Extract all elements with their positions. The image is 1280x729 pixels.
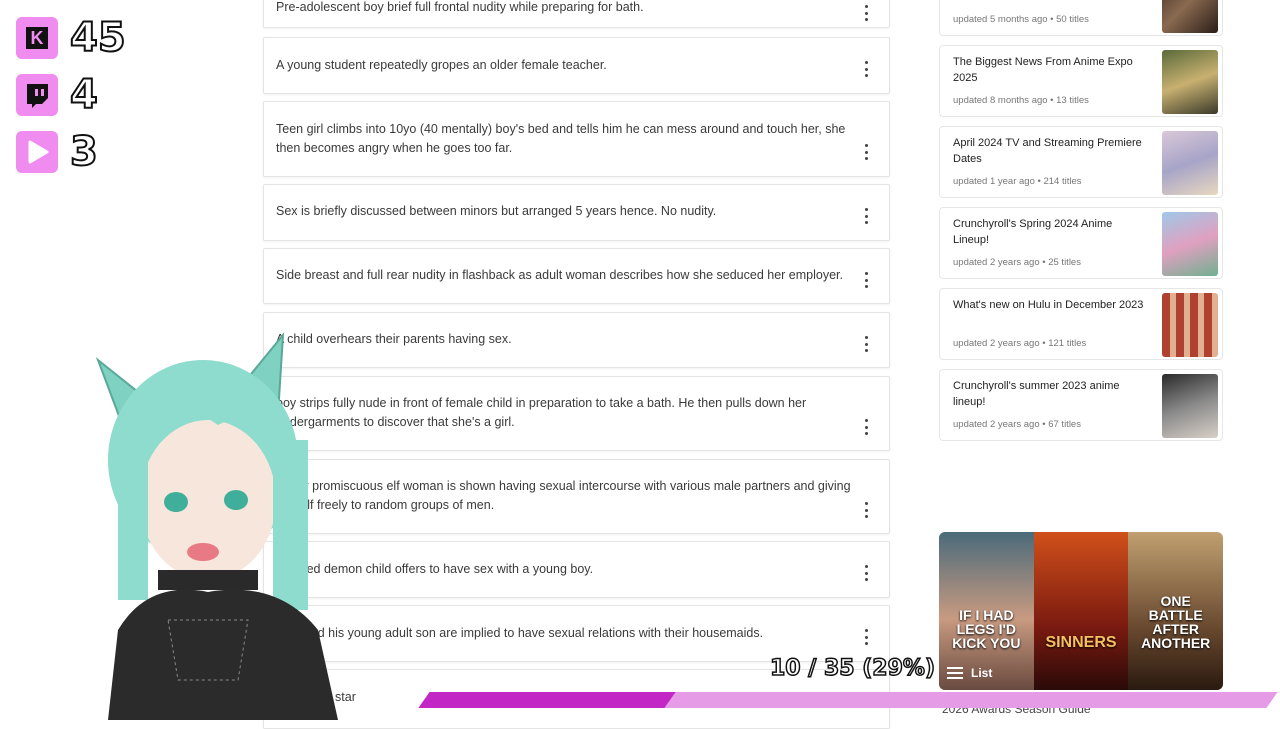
kick-icon: K [16, 17, 58, 59]
related-list-card[interactable]: Crunchyroll's Spring 2024 Anime Lineup! … [939, 207, 1223, 279]
warning-text: A young student repeatedly gropes an old… [276, 58, 607, 72]
more-options-icon[interactable] [865, 419, 869, 435]
poster-title: IF I HAD LEGS I'D KICK YOU [952, 607, 1021, 651]
related-list-title: Crunchyroll's Spring 2024 Anime Lineup! [953, 218, 1113, 246]
progress-label: 10 / 35 (29%) [769, 655, 936, 682]
kick-count: 45 [69, 15, 127, 61]
list-label: List [971, 666, 993, 680]
related-list-card[interactable]: Crunchyroll's summer 2023 anime lineup! … [939, 369, 1223, 441]
related-list-title: April 2024 TV and Streaming Premiere Dat… [953, 137, 1142, 165]
more-options-icon[interactable] [865, 208, 869, 224]
related-list-card[interactable]: April 2024 TV and Streaming Premiere Dat… [939, 126, 1223, 198]
more-options-icon[interactable] [865, 5, 869, 21]
poster-title: SINNERS [1045, 634, 1117, 651]
progress-bar [418, 692, 1278, 708]
related-list-title: What's new on Hulu in December 2023 [953, 299, 1144, 311]
list-icon [947, 667, 963, 679]
list-button[interactable]: List [947, 666, 992, 680]
more-options-icon[interactable] [865, 272, 869, 288]
list-item: Pre-adolescent boy brief full frontal nu… [263, 0, 890, 28]
warning-text: boy strips fully nude in front of female… [276, 396, 807, 429]
warning-text: Sex is briefly discussed between minors … [276, 204, 717, 218]
awards-banner[interactable]: IF I HAD LEGS I'D KICK YOU SINNERS ONE B… [939, 532, 1223, 690]
related-list-meta: updated 5 months ago • 50 titles [953, 14, 1089, 25]
warning-text: A child overhears their parents having s… [276, 332, 512, 346]
list-thumbnail [1162, 293, 1218, 357]
poster: ONE BATTLE AFTER ANOTHER [1128, 532, 1223, 690]
list-item: Side breast and full rear nudity in flas… [263, 248, 890, 304]
vtuber-avatar [95, 331, 338, 720]
poster: SINNERS [1033, 532, 1129, 690]
rumble-count: 3 [69, 129, 99, 175]
list-thumbnail [1162, 212, 1218, 276]
twitch-icon [16, 74, 58, 116]
related-list-meta: updated 1 year ago • 214 titles [953, 176, 1082, 187]
related-list-card[interactable]: updated 5 months ago • 50 titles [939, 0, 1223, 36]
twitch-count: 4 [69, 72, 99, 118]
more-options-icon[interactable] [865, 336, 869, 352]
list-item: Sex is briefly discussed between minors … [263, 184, 890, 241]
list-thumbnail [1162, 374, 1218, 438]
related-list-meta: updated 2 years ago • 67 titles [953, 419, 1081, 430]
warning-text: highly promiscuous elf woman is shown ha… [276, 479, 851, 512]
related-list-meta: updated 2 years ago • 25 titles [953, 257, 1081, 268]
warning-text: Side breast and full rear nudity in flas… [276, 268, 843, 282]
warning-text: Teen girl climbs into 10yo (40 mentally)… [276, 122, 846, 155]
rumble-icon [16, 131, 58, 173]
warning-text: man and his young adult son are implied … [276, 626, 764, 640]
twitch-counter: 4 [16, 73, 146, 117]
related-list-title: Crunchyroll's summer 2023 anime lineup! [953, 380, 1120, 408]
warning-text: Pre-adolescent boy brief full frontal nu… [276, 0, 644, 14]
more-options-icon[interactable] [865, 502, 869, 518]
list-thumbnail [1162, 131, 1218, 195]
more-options-icon[interactable] [865, 629, 869, 645]
more-options-icon[interactable] [865, 565, 869, 581]
related-list-card[interactable]: What's new on Hulu in December 2023 upda… [939, 288, 1223, 360]
list-thumbnail [1162, 50, 1218, 114]
kick-counter: K 45 [16, 16, 146, 60]
more-options-icon[interactable] [865, 144, 869, 160]
related-list-meta: updated 2 years ago • 121 titles [953, 338, 1087, 349]
list-item: A young student repeatedly gropes an old… [263, 37, 890, 94]
related-list-title: The Biggest News From Anime Expo 2025 [953, 56, 1133, 84]
list-thumbnail [1162, 0, 1218, 33]
more-options-icon[interactable] [865, 61, 869, 77]
warning-text: dressed demon child offers to have sex w… [276, 562, 594, 576]
related-list-meta: updated 8 months ago • 13 titles [953, 95, 1089, 106]
related-list-card[interactable]: The Biggest News From Anime Expo 2025 up… [939, 45, 1223, 117]
progress-fill [418, 692, 676, 708]
poster-title: ONE BATTLE AFTER ANOTHER [1141, 593, 1211, 651]
rumble-counter: 3 [16, 130, 146, 174]
list-item: Teen girl climbs into 10yo (40 mentally)… [263, 101, 890, 177]
